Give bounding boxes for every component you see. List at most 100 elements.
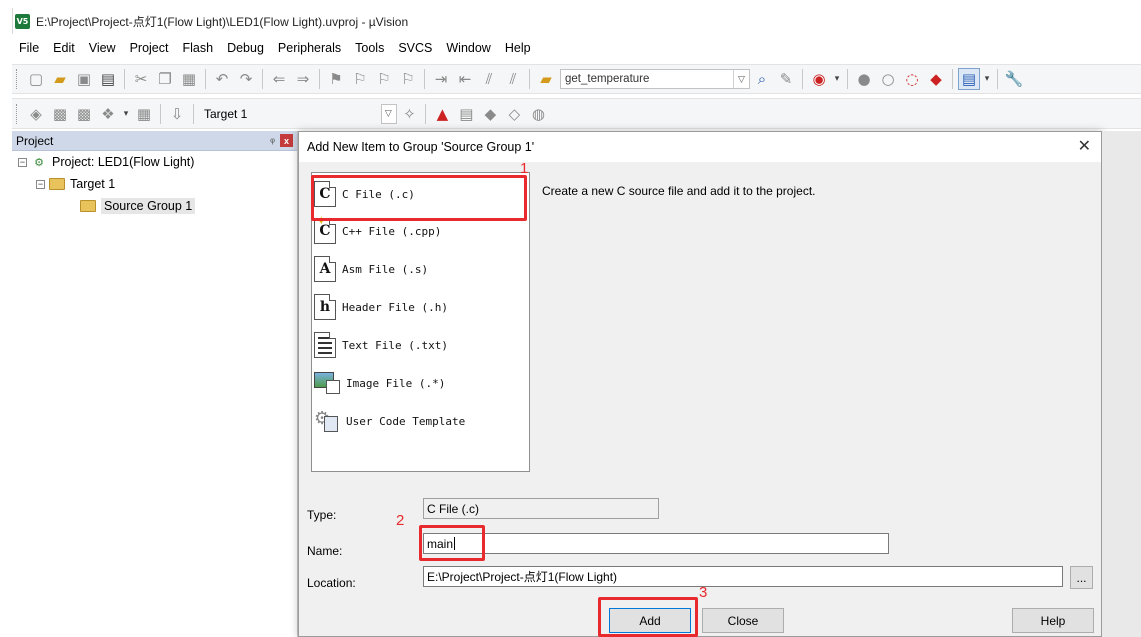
menu-edit[interactable]: Edit xyxy=(46,41,82,55)
type-field: C File (.c) xyxy=(423,498,659,519)
list-item-header-file[interactable]: h Header File (.h) xyxy=(314,291,448,323)
location-input[interactable]: E:\Project\Project-点灯1(Flow Light) xyxy=(423,566,1063,587)
build-icon[interactable]: ▩ xyxy=(49,103,71,125)
undo-icon[interactable]: ↶ xyxy=(211,68,233,90)
comment-icon[interactable]: ⫽ xyxy=(478,68,500,90)
manage-components-icon[interactable]: ◍ xyxy=(527,103,549,125)
redo-icon[interactable]: ↷ xyxy=(235,68,257,90)
tree-item-source-group[interactable]: Source Group 1 xyxy=(12,195,297,217)
list-item-label: User Code Template xyxy=(346,414,466,428)
menu-help[interactable]: Help xyxy=(498,41,538,55)
separator xyxy=(319,69,320,89)
find-combo[interactable]: get_temperature ▽ xyxy=(560,69,750,89)
navigate-back-icon[interactable]: ⇐ xyxy=(268,68,290,90)
debug-session-icon[interactable]: ◉ xyxy=(808,68,830,90)
window-title: E:\Project\Project-点灯1(Flow Light)\LED1(… xyxy=(36,14,409,29)
annotation-box-name xyxy=(419,525,485,561)
help-button[interactable]: Help xyxy=(1012,608,1094,633)
collapse-icon[interactable]: − xyxy=(18,157,27,167)
chevron-down-icon[interactable]: ▾ xyxy=(121,103,131,125)
chevron-down-icon[interactable]: ▾ xyxy=(832,68,842,90)
save-icon[interactable]: ▣ xyxy=(73,68,95,90)
batch-build-icon[interactable]: ❖ xyxy=(97,103,119,125)
target-select-label[interactable]: Target 1 xyxy=(204,107,247,121)
menu-svcs[interactable]: SVCS xyxy=(391,41,439,55)
chevron-down-icon[interactable]: ▽ xyxy=(733,70,749,88)
manage-rte-icon[interactable]: ▤ xyxy=(455,103,477,125)
enable-breakpoint-icon[interactable]: ○ xyxy=(877,68,899,90)
list-item-text-file[interactable]: Text File (.txt) xyxy=(314,329,448,361)
select-packs-icon[interactable]: ◇ xyxy=(503,103,525,125)
prev-bookmark-icon[interactable]: ⚐ xyxy=(349,68,371,90)
clear-bookmarks-icon[interactable]: ⚐ xyxy=(397,68,419,90)
separator xyxy=(847,69,848,89)
separator xyxy=(205,69,206,89)
manage-project-items-icon[interactable]: ▲ xyxy=(431,103,453,125)
menu-window[interactable]: Window xyxy=(439,41,497,55)
tree-item-project[interactable]: − ⚙ Project: LED1(Flow Light) xyxy=(12,151,297,173)
open-file-icon[interactable]: ▰ xyxy=(49,68,71,90)
paste-icon[interactable]: ▦ xyxy=(178,68,200,90)
insert-breakpoint-icon[interactable]: ● xyxy=(853,68,875,90)
toolbar-grip[interactable] xyxy=(16,69,19,89)
uncomment-icon[interactable]: ⫽ xyxy=(502,68,524,90)
menu-view[interactable]: View xyxy=(82,41,123,55)
cpp-file-icon: ✦ C xyxy=(314,216,336,244)
toolbar-grip[interactable] xyxy=(16,103,19,124)
find-icon[interactable]: ⌕ xyxy=(751,68,773,90)
annotation-box-add xyxy=(598,597,698,637)
close-icon[interactable]: ✕ xyxy=(1078,136,1091,155)
file-toolbar: ▢ ▰ ▣ ▤ ✂ ❐ ▦ ↶ ↷ ⇐ ⇒ ⚑ ⚐ ⚐ ⚐ ⇥ ⇤ ⫽ ⫽ ▰ … xyxy=(12,64,1141,94)
list-item-image-file[interactable]: Image File (.*) xyxy=(314,367,445,399)
chevron-down-icon[interactable]: ▽ xyxy=(380,105,396,123)
download-icon[interactable]: ⇩ xyxy=(166,103,188,125)
bookmark-icon[interactable]: ⚑ xyxy=(325,68,347,90)
close-icon[interactable]: x xyxy=(280,134,293,147)
pack-installer-icon[interactable]: ◆ xyxy=(479,103,501,125)
translate-icon[interactable]: ◈ xyxy=(25,103,47,125)
build-toolbar: ◈ ▩ ▩ ❖ ▾ ▦ ⇩ Target 1 ▽ ✧ ▲ ▤ ◆ ◇ ◍ xyxy=(12,98,1141,129)
kill-breakpoints-icon[interactable]: ◆ xyxy=(925,68,947,90)
menu-project[interactable]: Project xyxy=(123,41,176,55)
menu-debug[interactable]: Debug xyxy=(220,41,271,55)
location-label: Location: xyxy=(307,576,356,590)
list-item-user-code-template[interactable]: ⚙ User Code Template xyxy=(314,405,465,437)
tree-item-label: Project: LED1(Flow Light) xyxy=(52,155,195,169)
browse-button[interactable]: ... xyxy=(1070,566,1093,589)
window-layout-icon[interactable]: ▤ xyxy=(958,68,980,90)
menu-flash[interactable]: Flash xyxy=(175,41,220,55)
stop-build-icon[interactable]: ▦ xyxy=(133,103,155,125)
unindent-icon[interactable]: ⇤ xyxy=(454,68,476,90)
project-icon: ⚙ xyxy=(34,156,44,169)
disable-breakpoints-icon[interactable]: ◌ xyxy=(901,68,923,90)
menu-tools[interactable]: Tools xyxy=(348,41,391,55)
chevron-down-icon[interactable]: ▾ xyxy=(982,68,992,90)
copy-icon[interactable]: ❐ xyxy=(154,68,176,90)
target-options-icon[interactable]: ✧ xyxy=(398,103,420,125)
navigate-forward-icon[interactable]: ⇒ xyxy=(292,68,314,90)
template-gear-icon: ⚙ xyxy=(314,408,340,434)
menu-peripherals[interactable]: Peripherals xyxy=(271,41,348,55)
cut-icon[interactable]: ✂ xyxy=(130,68,152,90)
pin-icon[interactable]: ᵩ xyxy=(270,133,275,145)
close-button[interactable]: Close xyxy=(702,608,784,633)
rebuild-icon[interactable]: ▩ xyxy=(73,103,95,125)
target-dropdown[interactable]: ▽ xyxy=(380,103,398,124)
tree-item-target[interactable]: − Target 1 xyxy=(12,173,297,195)
incremental-find-icon[interactable]: ✎ xyxy=(775,68,797,90)
menu-file[interactable]: File xyxy=(12,41,46,55)
list-item-asm-file[interactable]: A Asm File (.s) xyxy=(314,253,428,285)
configure-icon[interactable]: 🔧 xyxy=(1003,68,1025,90)
separator xyxy=(952,69,953,89)
save-all-icon[interactable]: ▤ xyxy=(97,68,119,90)
new-file-icon[interactable]: ▢ xyxy=(25,68,47,90)
folder-icon xyxy=(80,199,96,213)
collapse-icon[interactable]: − xyxy=(36,179,45,189)
find-in-files-icon[interactable]: ▰ xyxy=(535,68,557,90)
name-input[interactable]: main xyxy=(423,533,889,554)
list-item-label: Image File (.*) xyxy=(346,376,446,390)
annotation-step-2: 2 xyxy=(396,512,405,529)
indent-icon[interactable]: ⇥ xyxy=(430,68,452,90)
next-bookmark-icon[interactable]: ⚐ xyxy=(373,68,395,90)
list-item-label: Text File (.txt) xyxy=(342,338,448,352)
